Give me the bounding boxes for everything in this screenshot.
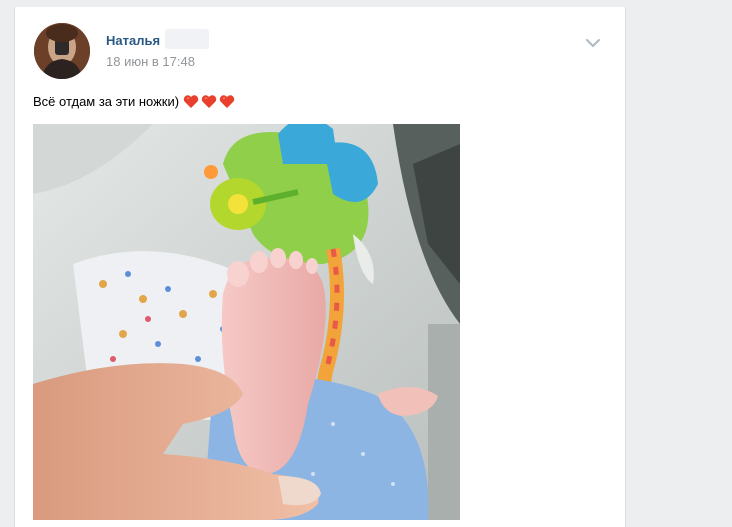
author-name[interactable]: Наталья xyxy=(106,33,160,48)
chevron-down-icon[interactable] xyxy=(583,35,603,51)
emoji-group xyxy=(183,94,237,109)
heart-icon xyxy=(183,95,199,108)
heart-icon xyxy=(219,95,235,108)
avatar-image xyxy=(34,23,90,79)
avatar[interactable] xyxy=(34,23,90,79)
post-card: Наталья 18 июн в 17:48 Всё отдам за эти … xyxy=(14,7,626,527)
post-text: Всё отдам за эти ножки) xyxy=(33,94,237,109)
post-date[interactable]: 18 июн в 17:48 xyxy=(106,54,195,69)
post-photo[interactable] xyxy=(33,124,460,520)
redacted-surname xyxy=(165,29,209,49)
heart-icon xyxy=(201,95,217,108)
post-text-body: Всё отдам за эти ножки) xyxy=(33,94,180,109)
